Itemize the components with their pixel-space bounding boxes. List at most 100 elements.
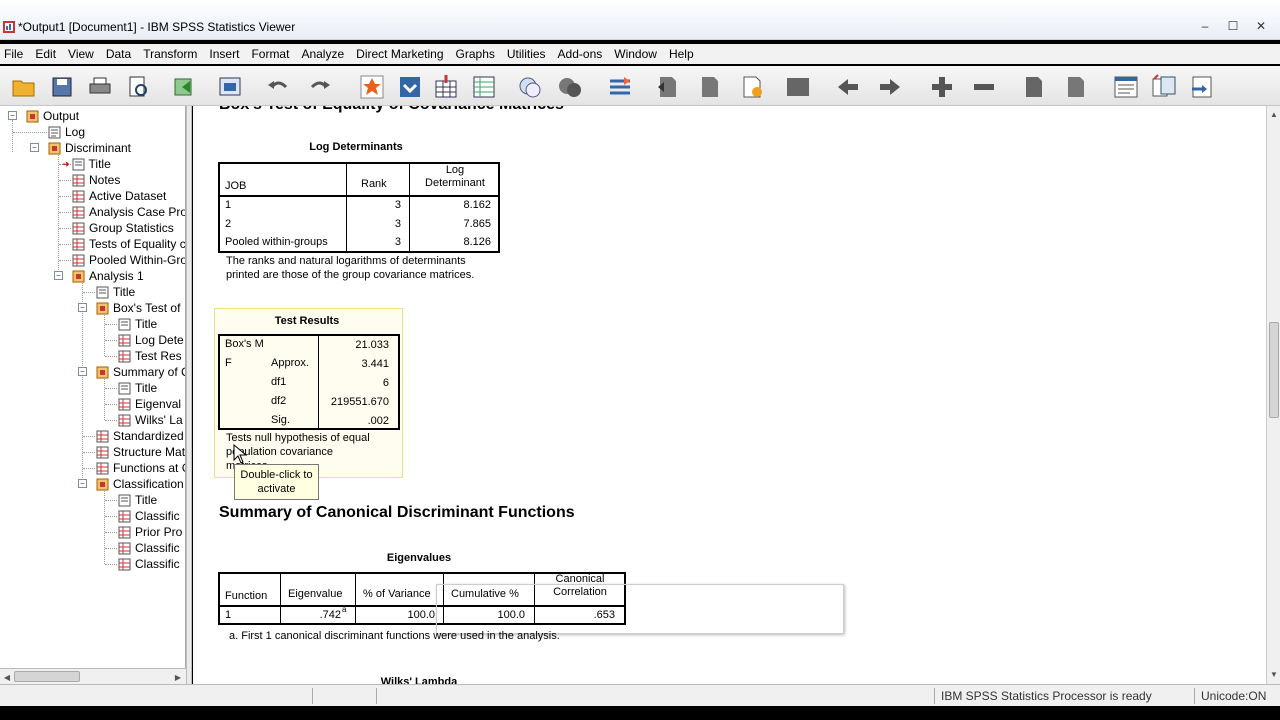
close-button[interactable]: ✕ [1248, 16, 1274, 36]
menu-help[interactable]: Help [665, 47, 702, 61]
menu-format[interactable]: Format [247, 47, 297, 61]
designate-window-button[interactable] [514, 72, 546, 102]
content-vertical-scrollbar[interactable]: ▲ ▼ [1266, 106, 1280, 684]
tree-node-test-results[interactable]: Test Res [118, 348, 182, 364]
tree-node-classific-2[interactable]: Classific [118, 540, 180, 556]
scroll-right-icon[interactable]: ▶ [172, 671, 184, 683]
menu-analyze[interactable]: Analyze [297, 47, 352, 61]
tree-label-discriminant: Discriminant [65, 141, 132, 155]
tree-node-prior-pro[interactable]: Prior Pro [118, 524, 182, 540]
menu-direct-marketing[interactable]: Direct Marketing [352, 47, 451, 61]
tree-label-standardized: Standardized [113, 429, 184, 443]
tree-node-box[interactable]: Box's Test of [96, 300, 180, 316]
tree-node-eigenvalues[interactable]: Eigenval [118, 396, 181, 412]
recall-dialog-button[interactable] [214, 72, 246, 102]
goto-data-button[interactable] [356, 72, 388, 102]
export-button[interactable] [168, 72, 200, 102]
show-all-button[interactable] [604, 72, 636, 102]
tree-node-wilks[interactable]: Wilks' La [118, 412, 183, 428]
expand-button[interactable] [926, 72, 958, 102]
menu-bar: File Edit View Data Transform Insert For… [0, 44, 1280, 64]
insert-title-button[interactable] [736, 72, 768, 102]
output-content-pane[interactable]: Box's Test of Equality of Covariance Mat… [193, 106, 1266, 684]
select-cases-button[interactable] [554, 72, 586, 102]
save-button[interactable] [46, 72, 78, 102]
tree-node-classific-3[interactable]: Classific [118, 556, 180, 572]
open-button[interactable] [8, 72, 40, 102]
tree-node-summary[interactable]: Summary of C [96, 364, 185, 380]
undo-button[interactable] [262, 72, 294, 102]
menu-data[interactable]: Data [102, 47, 139, 61]
hide-button[interactable] [1060, 72, 1092, 102]
tree-node-classification[interactable]: Classification [96, 476, 184, 492]
collapse-button[interactable] [968, 72, 1000, 102]
goto-variable-button[interactable] [430, 72, 462, 102]
tree-node-box-title[interactable]: Title [118, 316, 157, 332]
scroll-thumb[interactable] [14, 671, 80, 682]
tree-node-log-det[interactable]: Log Dete [118, 332, 184, 348]
scroll-thumb[interactable] [1269, 322, 1279, 418]
outline-horizontal-scrollbar[interactable]: ◀ ▶ [0, 668, 186, 684]
expand-toggle-summary[interactable]: − [78, 367, 87, 376]
menu-file[interactable]: File [0, 47, 31, 61]
tree-node-analysis1[interactable]: Analysis 1 [72, 268, 144, 284]
tree-node-notes[interactable]: Notes [72, 172, 120, 188]
insert-output-button[interactable] [1110, 72, 1142, 102]
tree-node-analysis-case[interactable]: Analysis Case Pro [72, 204, 185, 220]
show-icon [1026, 77, 1042, 97]
menu-window[interactable]: Window [610, 47, 665, 61]
show-button[interactable] [1018, 72, 1050, 102]
tree-node-a1-title[interactable]: Title [96, 284, 135, 300]
expand-toggle-output[interactable]: − [8, 111, 17, 120]
tree-node-tests-equality[interactable]: Tests of Equality c [72, 236, 185, 252]
tree-node-active-dataset[interactable]: Active Dataset [72, 188, 166, 204]
goto-case-button[interactable] [394, 72, 426, 102]
scroll-down-icon[interactable]: ▼ [1268, 668, 1280, 680]
tree-node-pooled-within[interactable]: Pooled Within-Gro [72, 252, 185, 268]
tree-node-output[interactable]: Output [26, 108, 79, 124]
menu-view[interactable]: View [64, 47, 102, 61]
minimize-button[interactable]: – [1192, 16, 1218, 36]
expand-toggle-analysis1[interactable]: − [54, 271, 63, 280]
minimize-icon: – [1201, 19, 1209, 33]
tree-node-standardized[interactable]: Standardized [96, 428, 184, 444]
promote-button[interactable] [652, 72, 684, 102]
tree-node-summary-title[interactable]: Title [118, 380, 157, 396]
expand-toggle-discriminant[interactable]: − [30, 143, 39, 152]
expand-toggle-classification[interactable]: − [78, 479, 87, 488]
scroll-up-icon[interactable]: ▲ [1268, 108, 1280, 120]
tree-node-classific-1[interactable]: Classific [118, 508, 180, 524]
insert-text-button[interactable] [1148, 72, 1180, 102]
goto-variable-icon [435, 75, 457, 98]
redo-button[interactable] [304, 72, 336, 102]
tree-node-functions[interactable]: Functions at G [96, 460, 185, 476]
scroll-left-icon[interactable]: ◀ [1, 671, 13, 683]
menu-transform[interactable]: Transform [139, 47, 205, 61]
designate-window-icon [519, 77, 541, 98]
pane-splitter[interactable] [186, 106, 192, 684]
variables-button[interactable] [468, 72, 500, 102]
menu-utilities[interactable]: Utilities [503, 47, 554, 61]
menu-graphs[interactable]: Graphs [452, 47, 503, 61]
expand-toggle-box[interactable]: − [78, 303, 87, 312]
next-button[interactable] [874, 72, 906, 102]
print-preview-button[interactable] [122, 72, 154, 102]
tree-node-log[interactable]: Log [48, 124, 85, 140]
status-panel-empty [376, 688, 440, 704]
toolbar [0, 66, 1280, 106]
demote-button[interactable] [694, 72, 726, 102]
insert-heading-button[interactable] [782, 72, 814, 102]
print-button[interactable] [84, 72, 116, 102]
menu-edit[interactable]: Edit [31, 47, 64, 61]
menu-insert[interactable]: Insert [205, 47, 247, 61]
outline-pane[interactable]: − Output Log − Discriminant ➜ Title Notes… [0, 106, 186, 668]
tree-node-discriminant[interactable]: Discriminant [48, 140, 131, 156]
tree-node-structure[interactable]: Structure Matr [96, 444, 185, 460]
insert-chart-button[interactable] [1186, 72, 1218, 102]
menu-add-ons[interactable]: Add-ons [554, 47, 611, 61]
tree-node-disc-title[interactable]: ➜ Title [62, 156, 111, 172]
maximize-button[interactable]: ☐ [1220, 16, 1246, 36]
tree-node-group-statistics[interactable]: Group Statistics [72, 220, 174, 236]
tree-node-class-title[interactable]: Title [118, 492, 157, 508]
previous-button[interactable] [832, 72, 864, 102]
